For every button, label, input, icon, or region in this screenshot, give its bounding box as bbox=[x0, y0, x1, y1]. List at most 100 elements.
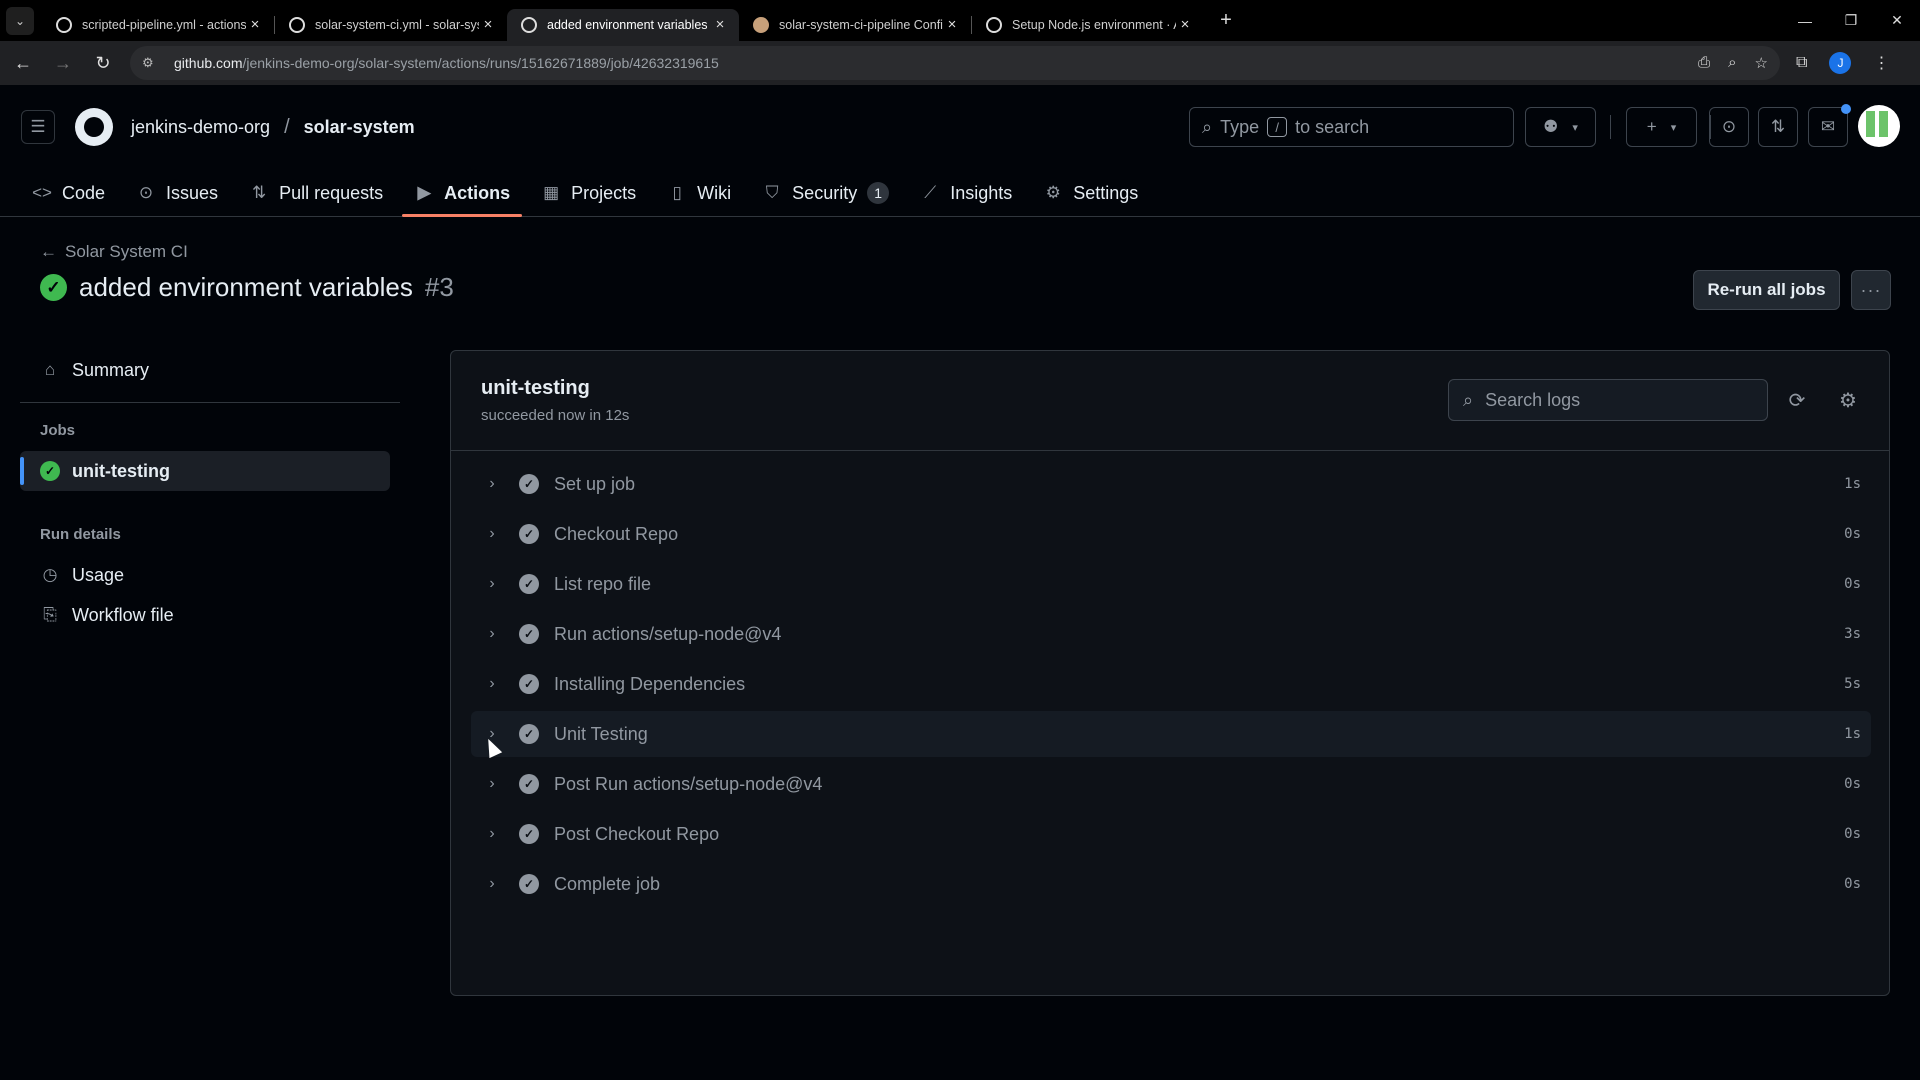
book-icon: ▯ bbox=[672, 183, 682, 202]
workflow-back-link[interactable]: ← Solar System CI bbox=[40, 242, 188, 262]
file-icon: ⎘ bbox=[43, 605, 57, 624]
close-window-icon[interactable]: ✕ bbox=[1874, 0, 1920, 41]
sidebar-item-workflow-file[interactable]: ⎘ Workflow file bbox=[20, 595, 390, 635]
user-avatar[interactable] bbox=[1858, 105, 1900, 147]
browser-menu-icon[interactable]: ⋮ bbox=[1873, 53, 1889, 73]
step-label: Run actions/setup-node@v4 bbox=[554, 623, 782, 644]
tab-code[interactable]: <> Code bbox=[20, 169, 117, 217]
restore-icon[interactable]: ❐ bbox=[1828, 0, 1874, 41]
close-icon[interactable]: × bbox=[1176, 16, 1194, 33]
chevron-right-icon[interactable]: › bbox=[481, 675, 503, 693]
site-info-icon[interactable]: ⚙ bbox=[142, 55, 164, 71]
step-duration: 0s bbox=[1844, 826, 1861, 842]
extensions-icon[interactable]: ⧉ bbox=[1796, 54, 1807, 72]
tab-actions[interactable]: ▶ Actions bbox=[402, 169, 523, 217]
job-step-hovered[interactable]: › ✓ Unit Testing 1s bbox=[471, 711, 1871, 757]
tab-wiki[interactable]: ▯ Wiki bbox=[655, 169, 743, 217]
chevron-down-icon: ⌄ bbox=[14, 13, 26, 28]
zoom-icon[interactable]: ⌕ bbox=[1728, 54, 1736, 72]
notification-dot bbox=[1841, 104, 1851, 114]
close-icon[interactable]: × bbox=[246, 16, 264, 33]
github-icon bbox=[986, 16, 1002, 33]
chevron-right-icon[interactable]: › bbox=[481, 875, 503, 893]
tab-label: Insights bbox=[950, 182, 1013, 203]
tab-security[interactable]: ⛉ Security 1 bbox=[750, 169, 901, 217]
tab-projects[interactable]: ▦ Projects bbox=[529, 169, 648, 217]
tab-pull-requests[interactable]: ⇅ Pull requests bbox=[237, 169, 395, 217]
job-step[interactable]: › ✓ Installing Dependencies 5s bbox=[471, 661, 1871, 707]
search-logs-input[interactable]: ⌕ Search logs bbox=[1448, 379, 1768, 421]
gear-icon[interactable]: ⚙ bbox=[1835, 387, 1861, 413]
bookmark-star-icon[interactable]: ☆ bbox=[1755, 54, 1768, 72]
chevron-right-icon[interactable]: › bbox=[481, 625, 503, 643]
tab-insights[interactable]: ⟋ Insights bbox=[908, 169, 1024, 217]
refresh-icon[interactable]: ⟳ bbox=[1784, 387, 1810, 413]
close-icon[interactable]: × bbox=[479, 16, 497, 33]
tab-issues[interactable]: ⊙ Issues bbox=[124, 169, 230, 217]
job-step[interactable]: › ✓ Complete job 0s bbox=[471, 861, 1871, 907]
close-icon[interactable]: × bbox=[711, 16, 729, 33]
browser-tab-active[interactable]: added environment variables · j × bbox=[507, 8, 739, 41]
sidebar-item-summary[interactable]: ⌂ Summary bbox=[20, 350, 390, 390]
step-duration: 3s bbox=[1844, 626, 1861, 642]
rerun-all-jobs-button[interactable]: Re-run all jobs bbox=[1693, 270, 1840, 310]
step-success-icon: ✓ bbox=[519, 474, 539, 494]
issue-icon: ⊙ bbox=[1721, 117, 1737, 136]
github-header: ☰ jenkins-demo-org / solar-system ⌕ Type… bbox=[0, 85, 1920, 217]
tab-settings[interactable]: ⚙ Settings bbox=[1031, 169, 1150, 217]
tab-label: Code bbox=[62, 182, 106, 203]
address-bar[interactable]: ⚙ github.com/jenkins-demo-org/solar-syst… bbox=[130, 46, 1780, 80]
hamburger-menu-icon[interactable]: ☰ bbox=[21, 110, 55, 144]
global-search-input[interactable]: ⌕ Type / to search bbox=[1189, 107, 1514, 147]
org-link[interactable]: jenkins-demo-org bbox=[131, 117, 270, 138]
job-step[interactable]: › ✓ Run actions/setup-node@v4 3s bbox=[471, 611, 1871, 657]
job-step[interactable]: › ✓ Post Run actions/setup-node@v4 0s bbox=[471, 761, 1871, 807]
chevron-right-icon[interactable]: › bbox=[481, 825, 503, 843]
header-divider bbox=[1610, 115, 1611, 139]
sidebar-item-label: unit-testing bbox=[72, 460, 170, 481]
profile-avatar[interactable]: J bbox=[1829, 52, 1852, 74]
issues-button[interactable]: ⊙ bbox=[1709, 107, 1749, 147]
step-label: Complete job bbox=[554, 873, 661, 894]
create-new-button[interactable]: + ▾ bbox=[1626, 107, 1697, 147]
step-duration: 0s bbox=[1844, 876, 1861, 892]
sidebar-item-unit-testing[interactable]: ✓ unit-testing bbox=[20, 451, 390, 491]
sidebar-item-label: Workflow file bbox=[72, 604, 174, 625]
minimize-icon[interactable]: — bbox=[1782, 0, 1828, 41]
chevron-right-icon[interactable]: › bbox=[481, 475, 503, 493]
browser-tab[interactable]: solar-system-ci-pipeline Config × bbox=[739, 9, 971, 41]
github-logo-icon[interactable] bbox=[75, 108, 113, 146]
job-step[interactable]: › ✓ List repo file 0s bbox=[471, 561, 1871, 607]
install-app-icon[interactable]: ⎙ bbox=[1698, 54, 1710, 72]
more-options-icon[interactable]: ··· bbox=[1851, 270, 1891, 310]
tab-title: added environment variables · j bbox=[547, 17, 711, 32]
browser-tab[interactable]: Setup Node.js environment · Ac × bbox=[972, 9, 1204, 41]
copilot-button[interactable]: ⚉ ▾ bbox=[1525, 107, 1596, 147]
back-arrow-icon[interactable]: ← bbox=[6, 46, 40, 80]
reload-icon[interactable]: ↻ bbox=[86, 46, 120, 80]
slash-shortcut-key: / bbox=[1267, 117, 1288, 137]
tab-label: Issues bbox=[166, 182, 219, 203]
tab-search-button[interactable]: ⌄ bbox=[6, 6, 34, 35]
chevron-right-icon[interactable]: › bbox=[481, 525, 503, 543]
pull-requests-button[interactable]: ⇅ bbox=[1758, 107, 1798, 147]
new-tab-plus-icon[interactable]: + bbox=[1210, 9, 1242, 32]
browser-tab[interactable]: solar-system-ci.yml - solar-syst × bbox=[275, 9, 507, 41]
chevron-right-icon[interactable]: › bbox=[481, 575, 503, 593]
sidebar-item-label: Usage bbox=[72, 564, 125, 585]
job-step[interactable]: › ✓ Post Checkout Repo 0s bbox=[471, 811, 1871, 857]
close-icon[interactable]: × bbox=[943, 16, 961, 33]
chevron-right-icon[interactable]: › bbox=[481, 775, 503, 793]
forward-arrow-icon[interactable]: → bbox=[46, 46, 80, 80]
tab-title: scripted-pipeline.yml - actions- bbox=[82, 17, 246, 32]
sidebar-item-usage[interactable]: ◷ Usage bbox=[20, 555, 390, 595]
repo-link[interactable]: solar-system bbox=[304, 117, 415, 138]
job-step[interactable]: › ✓ Checkout Repo 0s bbox=[471, 511, 1871, 557]
tab-label: Wiki bbox=[697, 182, 732, 203]
job-log-panel: unit-testing succeeded now in 12s ⌕ Sear… bbox=[450, 350, 1890, 996]
run-title-text: added environment variables bbox=[79, 272, 413, 302]
breadcrumb-separator: / bbox=[284, 115, 290, 138]
job-step[interactable]: › ✓ Set up job 1s bbox=[471, 461, 1871, 507]
browser-tab[interactable]: scripted-pipeline.yml - actions- × bbox=[42, 9, 274, 41]
breadcrumb: jenkins-demo-org / solar-system bbox=[131, 116, 415, 139]
